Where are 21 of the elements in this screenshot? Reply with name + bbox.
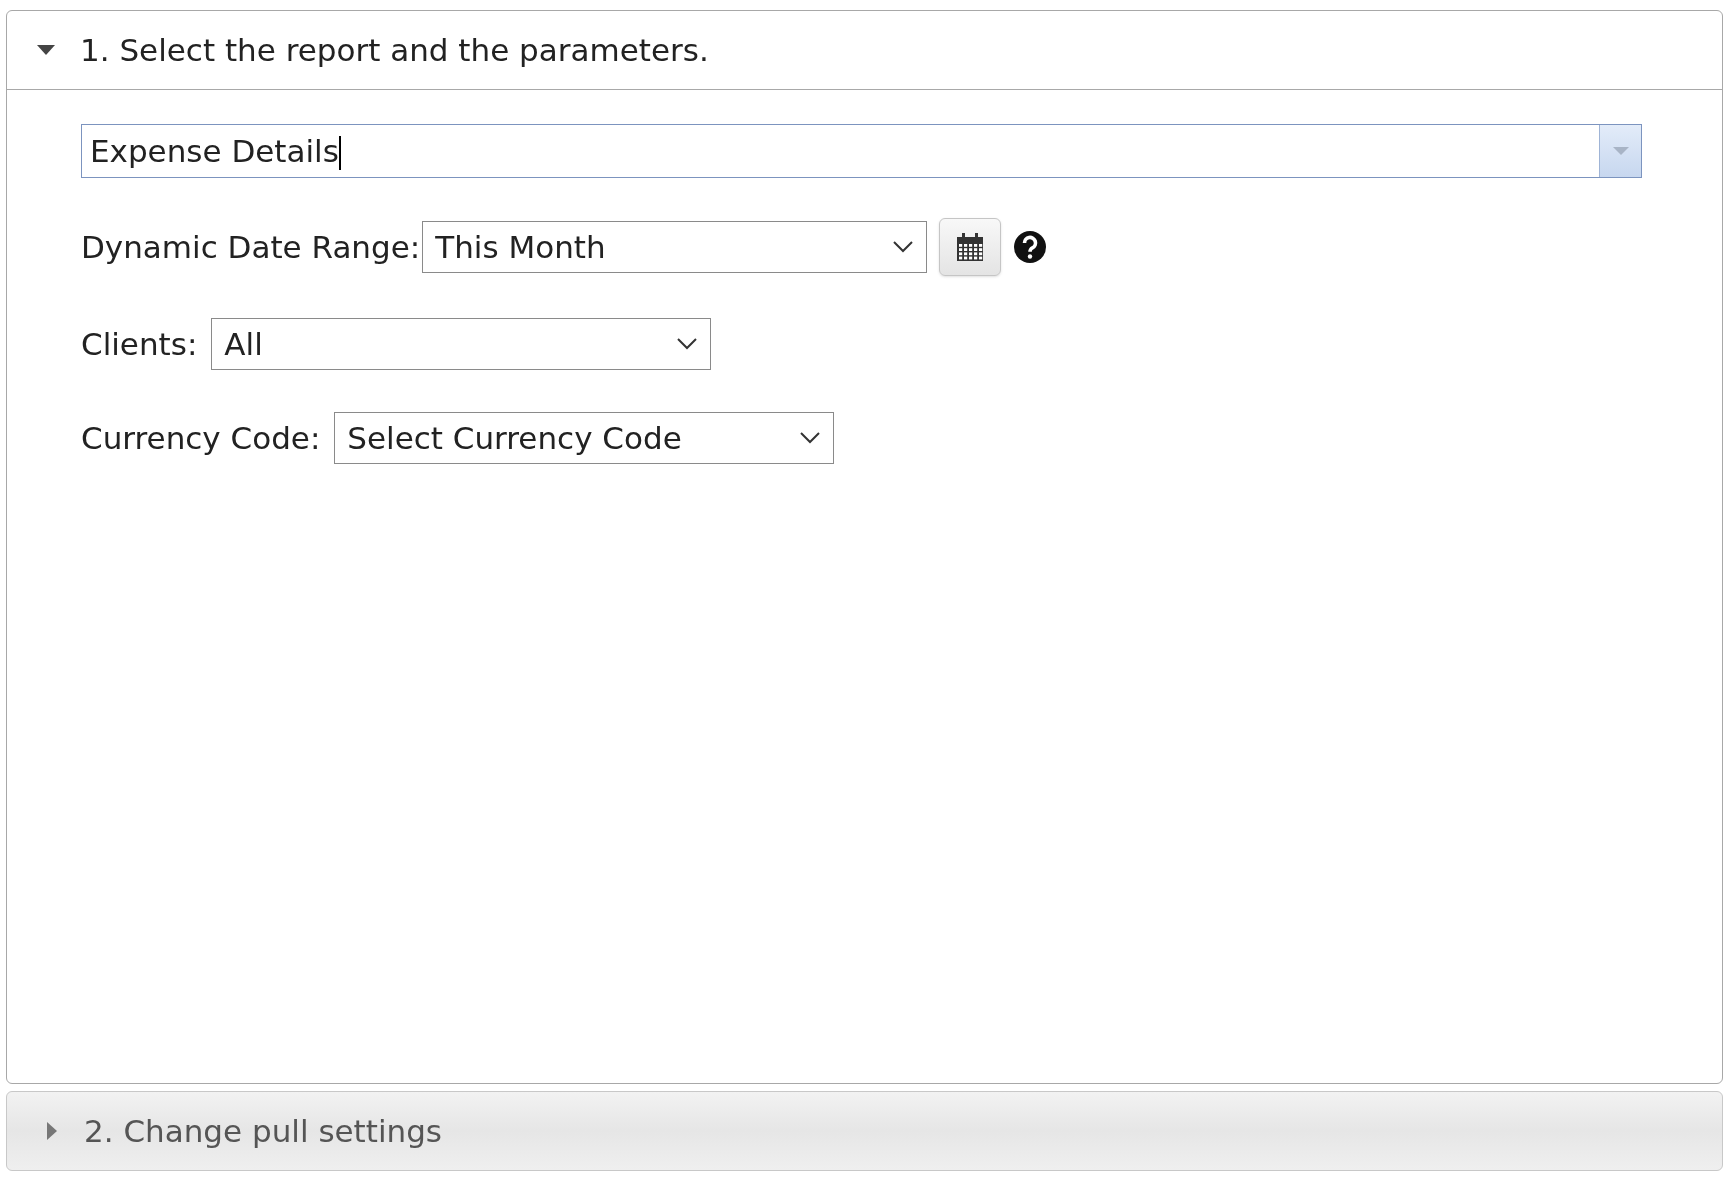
dropdown-field[interactable]: Select Currency Code — [334, 412, 835, 464]
field-label: Dynamic Date Range: — [81, 227, 421, 267]
caret-right-icon — [47, 1122, 57, 1140]
calendar-button[interactable] — [939, 218, 1002, 276]
caret-down-icon — [1612, 147, 1629, 155]
accordion-header[interactable]: 2. Change pull settings — [6, 1091, 1723, 1171]
caret-down-icon — [37, 45, 55, 55]
accordion-header[interactable]: 1. Select the report and the parameters. — [7, 11, 1722, 90]
section-title: 1. Select the report and the parameters. — [80, 30, 709, 70]
section-title: 2. Change pull settings — [84, 1111, 442, 1151]
dropdown-field[interactable]: This Month — [422, 221, 928, 273]
chevron-down-icon — [799, 431, 822, 445]
dropdown-toggle[interactable] — [1599, 125, 1641, 177]
calendar-icon — [955, 232, 986, 262]
report-combo-field[interactable]: Expense Details — [81, 124, 1642, 178]
chevron-down-icon — [892, 240, 915, 254]
field-label: Clients: — [81, 324, 198, 364]
dropdown-field[interactable]: All — [211, 318, 712, 370]
help-icon[interactable] — [1013, 230, 1048, 264]
chevron-down-icon — [676, 337, 699, 351]
field-label: Currency Code: — [81, 418, 321, 458]
